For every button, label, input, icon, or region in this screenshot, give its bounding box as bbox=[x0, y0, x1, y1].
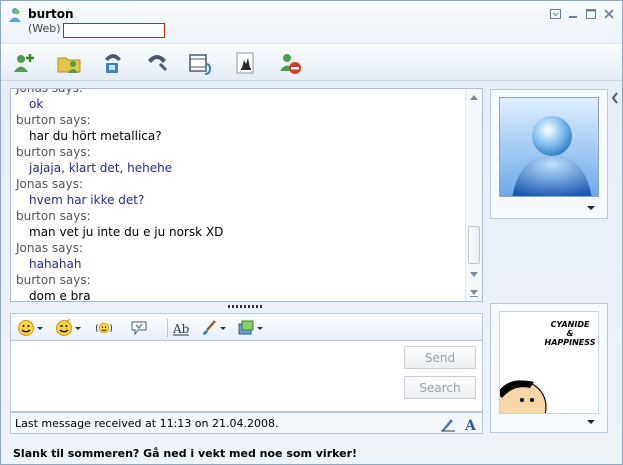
status-bar: Last message received at 11:13 on 21.04.… bbox=[10, 412, 483, 434]
send-photo-button[interactable] bbox=[237, 318, 263, 338]
nudge-icon bbox=[96, 322, 112, 334]
close-icon[interactable] bbox=[602, 7, 616, 20]
background-button[interactable] bbox=[200, 318, 226, 338]
collapse-panel-icon[interactable] bbox=[610, 91, 623, 113]
search-button[interactable]: Search bbox=[404, 376, 476, 399]
default-avatar-icon bbox=[500, 98, 598, 196]
chevron-down-icon bbox=[75, 326, 81, 330]
maximize-icon[interactable] bbox=[584, 7, 598, 20]
font-icon: Ab bbox=[172, 322, 190, 336]
conversation-lines: Jonas says: ok burton says: har du hört met… bbox=[16, 88, 464, 302]
message-line: hvem har ikke det? bbox=[29, 193, 145, 207]
games-icon bbox=[236, 52, 254, 74]
svg-text:Ab: Ab bbox=[172, 322, 190, 336]
sender-line: burton says: bbox=[16, 113, 91, 127]
send-files-button[interactable] bbox=[56, 50, 82, 76]
my-display-picture[interactable]: CYANIDE & HAPPINESS bbox=[499, 311, 599, 414]
sender-line: Jonas says: bbox=[16, 241, 83, 255]
scroll-to-end-icon[interactable] bbox=[470, 290, 478, 295]
scroll-to-end-bar bbox=[470, 296, 478, 297]
sender-line: burton says: bbox=[16, 209, 91, 223]
svg-text:A: A bbox=[464, 418, 477, 433]
voice-clip-button[interactable] bbox=[130, 318, 148, 338]
sender-line: burton says: bbox=[16, 145, 91, 159]
phone-icon bbox=[148, 55, 168, 72]
invite-icon bbox=[14, 54, 34, 72]
window-controls bbox=[548, 7, 616, 20]
send-button[interactable]: Send bbox=[404, 346, 476, 369]
pane-splitter[interactable] bbox=[228, 305, 264, 308]
chevron-down-icon[interactable] bbox=[587, 206, 595, 210]
activities-button[interactable] bbox=[188, 50, 214, 76]
call-button[interactable] bbox=[144, 50, 170, 76]
buddy-status-icon bbox=[9, 8, 21, 22]
picture-icon bbox=[238, 320, 254, 335]
chevron-down-icon bbox=[257, 326, 263, 330]
personal-message-box bbox=[63, 23, 165, 38]
activities-icon bbox=[189, 54, 212, 75]
conversation-history[interactable]: Jonas says: ok burton says: har du hört met… bbox=[10, 88, 483, 302]
contact-display-picture[interactable] bbox=[499, 97, 599, 197]
input-toolbar: Ab bbox=[10, 313, 483, 341]
contact-display-picture-frame bbox=[490, 89, 608, 219]
toolbar-separator bbox=[167, 319, 168, 337]
ad-text[interactable]: Slank til sommeren? Gå ned i vekt med no… bbox=[13, 447, 357, 460]
emoticon-button[interactable] bbox=[17, 318, 43, 338]
message-line: har du hört metallica? bbox=[29, 129, 162, 143]
minimize-icon[interactable] bbox=[566, 7, 580, 20]
message-line: dom e bra bbox=[29, 289, 91, 302]
advertisement-bar[interactable]: Slank til sommeren? Gå ned i vekt med no… bbox=[1, 441, 622, 464]
sender-line: Jonas says: bbox=[16, 177, 83, 191]
block-button[interactable] bbox=[277, 50, 303, 76]
my-display-picture-frame: CYANIDE & HAPPINESS bbox=[490, 303, 608, 433]
contact-name: burton bbox=[28, 7, 74, 21]
message-line: man vet ju inte du e ju norsk XD bbox=[29, 225, 224, 239]
smiley-icon bbox=[18, 320, 34, 336]
menu-icon[interactable] bbox=[548, 7, 562, 20]
wink-button[interactable] bbox=[55, 318, 81, 338]
video-call-button[interactable] bbox=[100, 50, 126, 76]
speech-bubble-icon bbox=[131, 321, 147, 336]
contact-status: (Web) bbox=[28, 22, 61, 35]
games-button[interactable] bbox=[233, 50, 259, 76]
scroll-down-icon[interactable] bbox=[470, 272, 478, 277]
message-line: ok bbox=[29, 97, 44, 111]
send-files-icon bbox=[57, 57, 81, 73]
cartoon-face-icon bbox=[500, 380, 547, 413]
message-line: jajaja, klart det, hehehe bbox=[29, 161, 173, 175]
conversation-window: burton (Web) Jonas says: ok burton says:… bbox=[0, 0, 623, 465]
message-line: hahahah bbox=[29, 257, 82, 271]
chevron-down-icon[interactable] bbox=[587, 420, 595, 424]
last-message-status: Last message received at 11:13 on 21.04.… bbox=[15, 417, 279, 430]
paintbrush-icon bbox=[203, 320, 216, 335]
block-icon bbox=[280, 54, 301, 74]
chevron-down-icon bbox=[220, 326, 226, 330]
text-mode-icon[interactable]: A bbox=[462, 415, 480, 433]
conversation-scrollbar[interactable] bbox=[465, 89, 482, 301]
main-toolbar bbox=[1, 43, 622, 81]
wink-icon bbox=[56, 319, 72, 336]
scroll-thumb[interactable] bbox=[468, 226, 480, 264]
video-call-icon bbox=[105, 54, 121, 73]
handwriting-icon[interactable] bbox=[439, 415, 457, 433]
chevron-down-icon bbox=[37, 326, 43, 330]
sender-line: Jonas says: bbox=[16, 88, 83, 95]
nudge-button[interactable] bbox=[95, 318, 113, 338]
font-button[interactable]: Ab bbox=[172, 318, 190, 338]
sender-line: burton says: bbox=[16, 273, 91, 287]
scroll-up-icon[interactable] bbox=[470, 95, 478, 100]
invite-button[interactable] bbox=[11, 50, 37, 76]
title-bar: burton (Web) bbox=[1, 1, 622, 41]
